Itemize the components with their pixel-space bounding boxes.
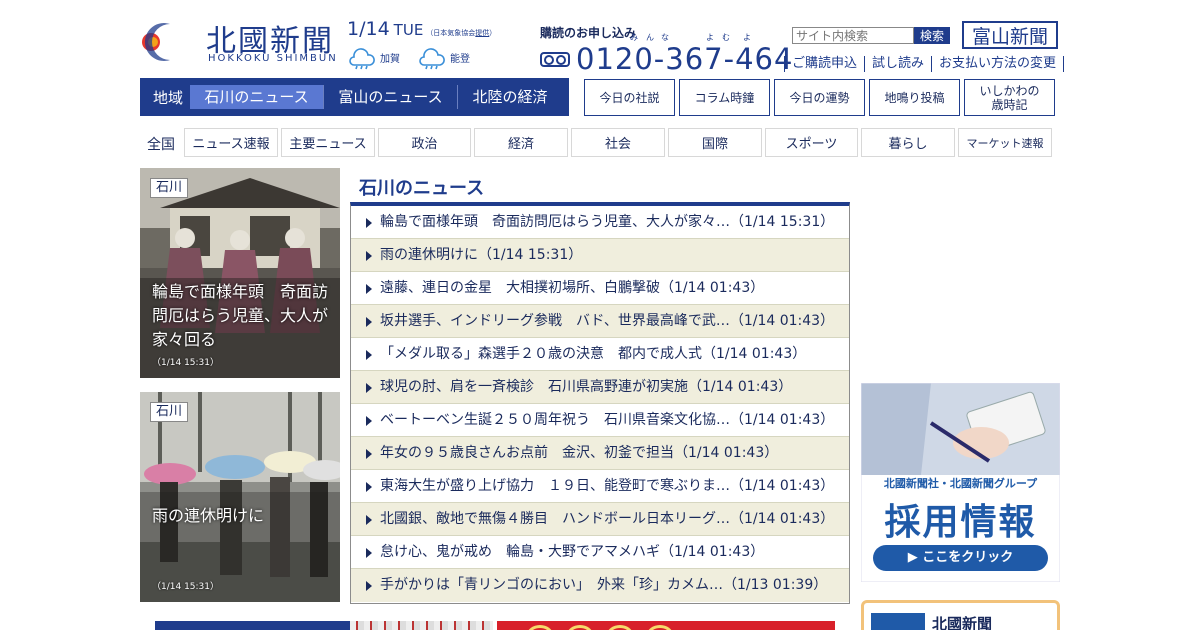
banner-circle-icon xyxy=(527,625,553,630)
editorial-button[interactable]: 今日の社説 xyxy=(584,79,675,116)
news-item[interactable]: 輪島で面様年頭 奇面訪問厄はらう児童、大人が家々…（1/14 15:31） xyxy=(351,206,849,239)
banner-circle-icon xyxy=(567,625,593,630)
region-nav-label: 地域 xyxy=(152,88,183,107)
bottom-banner-right[interactable] xyxy=(497,621,835,630)
column-jisho-button[interactable]: コラム時鐘 xyxy=(679,79,770,116)
hokkoku-ad-banner[interactable]: 北國新聞 xyxy=(861,600,1060,630)
reader-post-button[interactable]: 地鳴り投稿 xyxy=(869,79,960,116)
cat-top-news[interactable]: 主要ニュース xyxy=(281,128,375,157)
header-links: ご購読申込 試し読み お支払い方法の変更 xyxy=(784,56,1065,72)
ishikawa-almanac-button[interactable]: いしかわの 歳時記 xyxy=(964,79,1055,116)
ad-logo-block xyxy=(871,613,925,630)
photo-card[interactable]: 石川 雨の連休明けに （1/14 15:31） xyxy=(140,392,340,602)
photo-card[interactable]: 石川 輪島で面様年頭 奇面訪 問厄はらう児童、大人が 家々回る （1/14 15… xyxy=(140,168,340,378)
cat-sports[interactable]: スポーツ xyxy=(765,128,858,157)
weather-credit: （日本気象協会提供） xyxy=(426,29,497,37)
arrow-right-icon xyxy=(366,416,372,426)
tab-toyama-news[interactable]: 富山のニュース xyxy=(324,85,458,109)
news-item[interactable]: 怠け心、鬼が戒め 輪島・大野でアマメハギ（1/14 01:43） xyxy=(351,536,849,569)
recruit-ad-banner[interactable]: 北國新聞社・北國新聞グループ 採用情報 ▶ ここをクリック xyxy=(861,383,1060,582)
recruit-ad-title: 採用情報 xyxy=(884,502,1037,543)
cat-market-news[interactable]: マーケット速報 xyxy=(958,128,1052,157)
photo-caption: 輪島で面様年頭 奇面訪 問厄はらう児童、大人が 家々回る xyxy=(152,282,329,349)
rain-icon xyxy=(349,48,375,70)
news-section-title: 石川のニュース xyxy=(359,178,485,199)
news-item[interactable]: 年女の９５歳良さんお点前 金沢、初釜で担当（1/14 01:43） xyxy=(351,437,849,470)
banner-circle-icon xyxy=(647,625,673,630)
phone-digits: 0120-367-464 xyxy=(576,42,794,76)
arrow-right-icon xyxy=(366,482,372,492)
news-item[interactable]: 遠藤、連日の金星 大相撲初場所、白鵬撃破（1/14 01:43） xyxy=(351,272,849,305)
arrow-right-icon xyxy=(366,251,372,261)
weather-area-label: 能登 xyxy=(450,53,470,65)
rain-icon xyxy=(419,48,445,70)
region-tag: 石川 xyxy=(150,402,189,422)
link-subscribe[interactable]: ご購読申込 xyxy=(784,56,864,72)
recruit-ad-subtitle: 北國新聞社・北國新聞グループ xyxy=(883,477,1038,490)
arrow-right-icon xyxy=(366,218,372,228)
arrow-right-icon xyxy=(366,449,372,459)
cat-breaking-news[interactable]: ニュース速報 xyxy=(184,128,278,157)
news-item[interactable]: 球児の肘、肩を一斉検診 石川県高野連が初実施（1/14 01:43） xyxy=(351,371,849,404)
weather-area-label: 加賀 xyxy=(380,53,400,65)
subscribe-label: 購読のお申し込み xyxy=(540,26,637,40)
category-nav-label: 全国 xyxy=(147,137,175,153)
arrow-right-icon xyxy=(366,548,372,558)
weather-kaga[interactable]: 加賀 xyxy=(348,42,400,72)
arrow-right-icon xyxy=(366,581,372,591)
photo-timestamp: （1/14 15:31） xyxy=(152,358,220,368)
region-tag: 石川 xyxy=(150,178,189,198)
cat-lifestyle[interactable]: 暮らし xyxy=(861,128,955,157)
free-dial-icon xyxy=(540,52,570,67)
tab-ishikawa-news[interactable]: 石川のニュース xyxy=(190,85,324,109)
photo-caption: 雨の連休明けに xyxy=(152,506,265,525)
news-item[interactable]: ベートーベン生誕２５０周年祝う 石川県音楽文化協…（1/14 01:43） xyxy=(351,404,849,437)
photo-timestamp: （1/14 15:31） xyxy=(152,582,220,592)
cat-society[interactable]: 社会 xyxy=(571,128,665,157)
arrow-right-icon xyxy=(366,515,372,525)
site-search: 検索 xyxy=(792,27,950,44)
date-display: 1/14 TUE （日本気象協会提供） xyxy=(347,18,496,40)
recruit-click-button[interactable]: ▶ ここをクリック xyxy=(873,545,1048,571)
arrow-right-icon xyxy=(366,284,372,294)
date-text: 1/14 xyxy=(347,18,390,40)
news-item[interactable]: 手がかりは「青リンゴのにおい」 外来「珍」カメム…（1/13 01:39） xyxy=(351,569,849,602)
ad-bottom-title: 北國新聞 xyxy=(932,615,993,630)
news-item[interactable]: 北國銀、敵地で無傷４勝目 ハンドボール日本リーグ…（1/14 01:43） xyxy=(351,503,849,536)
logo-mark-icon xyxy=(142,20,182,64)
weather-noto[interactable]: 能登 xyxy=(418,42,470,72)
logo-roman: HOKKOKU SHIMBUN xyxy=(208,53,338,64)
news-photo xyxy=(140,392,340,602)
news-item[interactable]: 雨の連休明けに（1/14 15:31） xyxy=(351,239,849,272)
tab-hokuriku-economy[interactable]: 北陸の経済 xyxy=(458,85,562,109)
fortune-button[interactable]: 今日の運勢 xyxy=(774,79,865,116)
day-of-week: TUE xyxy=(393,21,424,39)
search-button[interactable]: 検索 xyxy=(914,27,950,44)
news-item[interactable]: 坂井選手、インドリーグ参戦 バド、世界最高峰で武…（1/14 01:43） xyxy=(351,305,849,338)
link-trial[interactable]: 試し読み xyxy=(864,56,931,72)
cat-international[interactable]: 国際 xyxy=(668,128,762,157)
search-input[interactable] xyxy=(792,27,914,44)
arrow-right-icon xyxy=(366,317,372,327)
region-nav: 地域 石川のニュース 富山のニュース 北陸の経済 xyxy=(140,78,569,116)
phone-number[interactable]: 0120-367-464 xyxy=(540,42,793,76)
arrow-right-icon xyxy=(366,383,372,393)
arrow-right-icon xyxy=(366,350,372,360)
toyama-shimbun-button[interactable]: 富山新聞 xyxy=(962,21,1058,49)
link-payment[interactable]: お支払い方法の変更 xyxy=(931,56,1065,72)
bottom-banner-left-image xyxy=(350,621,493,630)
weather-credit-link[interactable]: 提供 xyxy=(475,29,489,37)
news-item[interactable]: 東海大生が盛り上げ協力 １９日、能登町で寒ぶりま…（1/14 01:43） xyxy=(351,470,849,503)
cat-economy[interactable]: 経済 xyxy=(474,128,568,157)
site-logo[interactable]: 北國新聞 HOKKOKU SHIMBUN xyxy=(140,14,340,66)
news-item[interactable]: 「メダル取る」森選手２０歳の決意 都内で成人式（1/14 01:43） xyxy=(351,338,849,371)
cat-politics[interactable]: 政治 xyxy=(378,128,471,157)
banner-circle-icon xyxy=(607,625,633,630)
news-list: 輪島で面様年頭 奇面訪問厄はらう児童、大人が家々…（1/14 15:31） 雨の… xyxy=(350,202,850,604)
